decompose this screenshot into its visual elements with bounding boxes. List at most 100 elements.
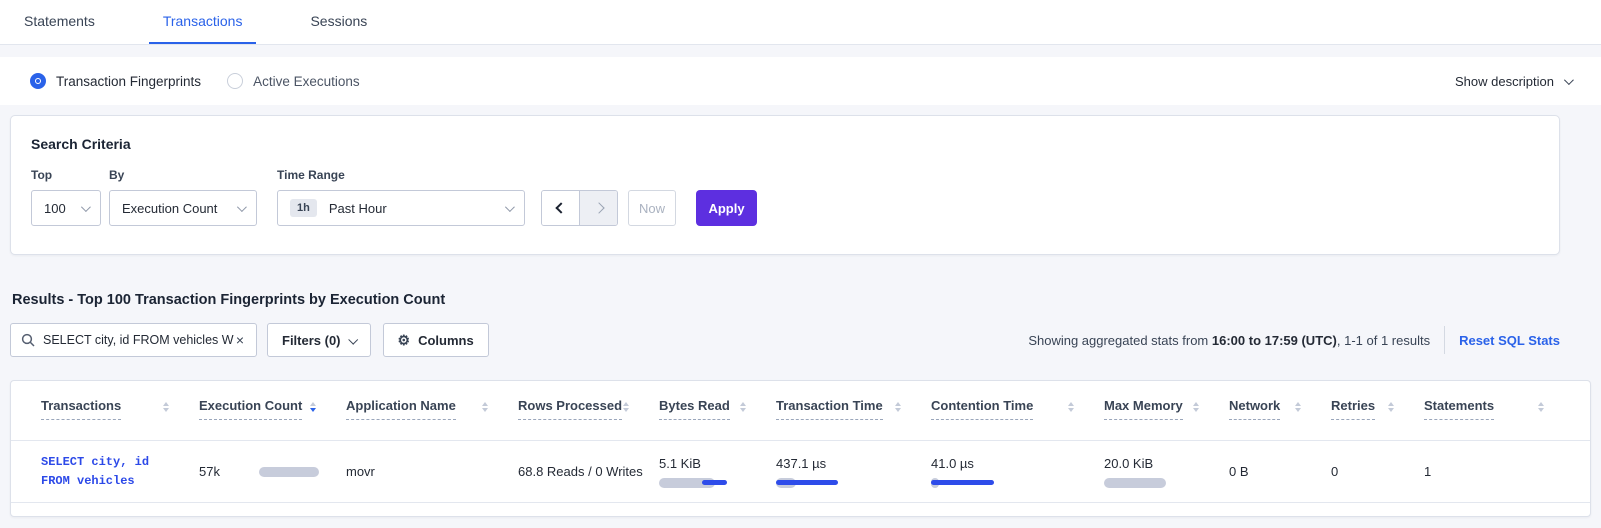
column-header-execution-count[interactable]: Execution Count [199, 398, 346, 420]
search-criteria-panel: Search Criteria Top 100 By Execution Cou… [10, 115, 1560, 255]
filters-label: Filters (0) [282, 333, 341, 348]
time-range-pager [541, 190, 618, 226]
sort-icon[interactable] [1068, 398, 1074, 412]
search-box[interactable]: × [10, 323, 257, 357]
transaction-time-value: 437.1 µs [776, 456, 931, 471]
view-toggle-row: Transaction Fingerprints Active Executio… [0, 57, 1601, 105]
rows-processed-value: 68.8 Reads / 0 Writes [518, 464, 643, 479]
aggregated-stats-text: Showing aggregated stats from 16:00 to 1… [1028, 333, 1430, 348]
toolbar-divider [1444, 326, 1445, 354]
sort-icon[interactable] [163, 398, 169, 412]
statements-value: 1 [1424, 464, 1431, 479]
cell-transaction-fingerprint[interactable]: SELECT city, id FROM vehicles [41, 453, 199, 491]
column-header-transactions[interactable]: Transactions [41, 398, 199, 420]
transaction-link-line2[interactable]: FROM vehicles [41, 472, 199, 491]
time-range-value: Past Hour [329, 201, 387, 216]
max-memory-bar [1104, 478, 1166, 488]
sort-icon[interactable] [1538, 398, 1544, 412]
chevron-down-icon [237, 202, 247, 212]
contention-time-bar [931, 478, 994, 488]
chevron-down-icon [505, 202, 515, 212]
bytes-read-bar [659, 478, 727, 488]
sort-icon[interactable] [1193, 398, 1199, 412]
transaction-link-line1[interactable]: SELECT city, id [41, 453, 199, 472]
column-header-max-memory[interactable]: Max Memory [1104, 398, 1229, 420]
top-label: Top [31, 168, 101, 182]
radio-unselected-icon [227, 73, 243, 89]
column-header-rows-processed[interactable]: Rows Processed [518, 398, 659, 420]
cell-bytes-read: 5.1 KiB [659, 456, 776, 488]
chevron-down-icon [81, 202, 91, 212]
previous-time-range-button[interactable] [542, 191, 579, 225]
table-row: SELECT city, id FROM vehicles 57k movr 6… [11, 441, 1590, 503]
sort-icon[interactable] [1388, 398, 1394, 412]
cell-application-name: movr [346, 464, 518, 479]
time-range-field: Time Range 1h Past Hour [277, 168, 525, 226]
show-description-label: Show description [1455, 74, 1554, 89]
cell-rows-processed: 68.8 Reads / 0 Writes [518, 464, 659, 479]
sort-icon[interactable] [482, 398, 488, 412]
cell-transaction-time: 437.1 µs [776, 456, 931, 488]
execution-count-value: 57k [199, 464, 259, 479]
search-input[interactable] [43, 333, 234, 347]
execution-count-bar [259, 467, 319, 477]
chevron-down-icon [348, 334, 358, 344]
stats-prefix: Showing aggregated stats from [1028, 333, 1212, 348]
tab-statements[interactable]: Statements [10, 0, 109, 44]
sort-icon[interactable] [1295, 398, 1301, 412]
column-header-application-name[interactable]: Application Name [346, 398, 518, 420]
by-label: By [109, 168, 257, 182]
apply-button[interactable]: Apply [696, 190, 757, 226]
cell-statements: 1 [1424, 464, 1574, 479]
filters-button[interactable]: Filters (0) [267, 323, 371, 357]
top-select[interactable]: 100 [31, 190, 101, 226]
results-toolbar: × Filters (0) ⚙ Columns Showing aggregat… [10, 323, 1560, 357]
columns-button[interactable]: ⚙ Columns [383, 323, 489, 357]
sort-icon[interactable] [623, 398, 629, 412]
search-criteria-title: Search Criteria [31, 136, 1539, 152]
max-memory-value: 20.0 KiB [1104, 456, 1229, 471]
column-header-statements[interactable]: Statements [1424, 398, 1574, 420]
radio-label: Transaction Fingerprints [56, 74, 201, 89]
bytes-read-value: 5.1 KiB [659, 456, 776, 471]
time-range-label: Time Range [277, 168, 525, 182]
stats-suffix: , 1-1 of 1 results [1337, 333, 1430, 348]
radio-label: Active Executions [253, 74, 360, 89]
next-time-range-button[interactable] [580, 191, 617, 225]
sort-icon[interactable] [310, 398, 316, 412]
by-select-value: Execution Count [122, 201, 217, 216]
by-select[interactable]: Execution Count [109, 190, 257, 226]
reset-sql-stats-link[interactable]: Reset SQL Stats [1459, 333, 1560, 348]
radio-active-executions[interactable]: Active Executions [227, 73, 360, 89]
show-description-toggle[interactable]: Show description [1455, 74, 1571, 89]
search-icon [21, 333, 35, 347]
clear-search-icon[interactable]: × [234, 332, 246, 348]
column-header-transaction-time[interactable]: Transaction Time [776, 398, 931, 420]
tab-transactions[interactable]: Transactions [149, 0, 257, 44]
sort-icon[interactable] [740, 398, 746, 412]
top-field: Top 100 [31, 168, 101, 226]
gear-icon: ⚙ [398, 332, 411, 349]
column-header-network[interactable]: Network [1229, 398, 1331, 420]
columns-label: Columns [418, 333, 474, 348]
column-header-bytes-read[interactable]: Bytes Read [659, 398, 776, 420]
column-header-contention-time[interactable]: Contention Time [931, 398, 1104, 420]
contention-time-value: 41.0 µs [931, 456, 1104, 471]
tab-sessions[interactable]: Sessions [296, 0, 381, 44]
network-value: 0 B [1229, 464, 1249, 479]
top-select-value: 100 [44, 201, 66, 216]
results-heading: Results - Top 100 Transaction Fingerprin… [12, 292, 1601, 308]
transaction-time-bar [776, 478, 838, 488]
cell-execution-count: 57k [199, 464, 346, 479]
radio-transaction-fingerprints[interactable]: Transaction Fingerprints [30, 73, 201, 89]
time-range-select[interactable]: 1h Past Hour [277, 190, 525, 226]
column-header-retries[interactable]: Retries [1331, 398, 1424, 420]
by-field: By Execution Count [109, 168, 257, 226]
sort-icon[interactable] [895, 398, 901, 412]
chevron-down-icon [1564, 75, 1574, 85]
arrow-right-icon [593, 202, 604, 213]
cell-network: 0 B [1229, 464, 1331, 479]
now-button[interactable]: Now [628, 190, 676, 226]
table-header-row: Transactions Execution Count Application… [11, 381, 1590, 441]
page-tabbar: Statements Transactions Sessions [0, 0, 1601, 45]
